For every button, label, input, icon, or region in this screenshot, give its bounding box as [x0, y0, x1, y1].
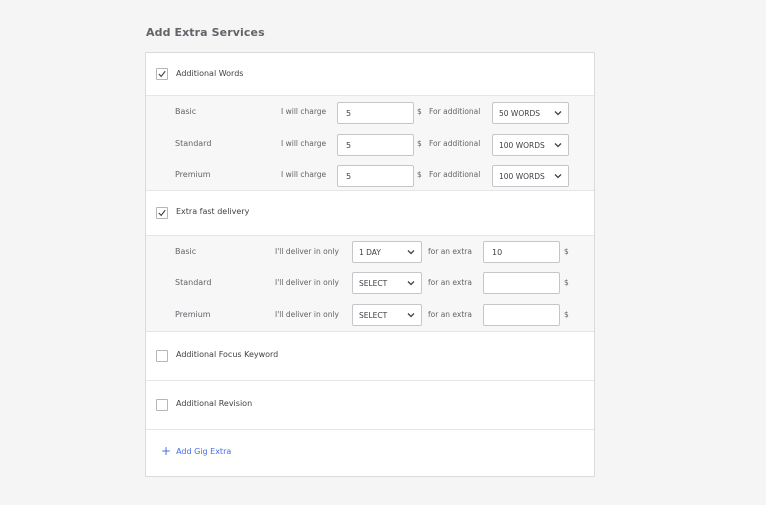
- delivery-price-input-standard[interactable]: [483, 272, 560, 294]
- additional-words-label: Additional Words: [176, 69, 244, 78]
- chevron-down-icon: [554, 111, 562, 116]
- add-gig-extra-link[interactable]: + Add Gig Extra: [161, 444, 232, 458]
- charge-label: I will charge: [281, 139, 327, 148]
- select-value: 100 WORDS: [499, 140, 545, 150]
- extra-label: for an extra: [428, 247, 472, 256]
- deliver-label: I'll deliver in only: [275, 278, 339, 287]
- tier-label: Premium: [175, 170, 211, 179]
- select-value: SELECT: [359, 278, 388, 288]
- select-value: 1 DAY: [359, 247, 381, 257]
- select-value: 50 WORDS: [499, 108, 540, 118]
- revision-checkbox[interactable]: [156, 399, 168, 411]
- for-additional-label: For additional: [429, 139, 481, 148]
- charge-label: I will charge: [281, 170, 327, 179]
- chevron-down-icon: [554, 143, 562, 148]
- additional-words-options: Basic I will charge 5 $ For additional 5…: [146, 95, 594, 191]
- tier-label: Premium: [175, 310, 211, 319]
- currency-label: $: [564, 310, 569, 319]
- revision-label: Additional Revision: [176, 399, 253, 408]
- add-gig-extra-label: Add Gig Extra: [176, 446, 232, 456]
- tier-label: Standard: [175, 278, 212, 287]
- section-title: Add Extra Services: [146, 26, 265, 39]
- currency-label: $: [564, 278, 569, 287]
- for-additional-label: For additional: [429, 170, 481, 179]
- chevron-down-icon: [407, 281, 415, 286]
- additional-words-row: Additional Words: [146, 53, 594, 95]
- additional-words-checkbox[interactable]: [156, 68, 168, 80]
- revision-row: Additional Revision: [146, 381, 594, 429]
- currency-label: $: [417, 107, 422, 116]
- extra-label: for an extra: [428, 310, 472, 319]
- delivery-price-input-basic[interactable]: 10: [483, 241, 560, 263]
- currency-label: $: [564, 247, 569, 256]
- words-select-premium[interactable]: 100 WORDS: [492, 165, 569, 187]
- charge-label: I will charge: [281, 107, 327, 116]
- currency-label: $: [417, 139, 422, 148]
- fast-delivery-row: Extra fast delivery: [146, 191, 594, 235]
- tier-label: Basic: [175, 107, 197, 116]
- currency-label: $: [417, 170, 422, 179]
- check-icon: [158, 70, 166, 78]
- words-price-input-standard[interactable]: 5: [337, 134, 414, 156]
- words-select-standard[interactable]: 100 WORDS: [492, 134, 569, 156]
- fast-delivery-checkbox[interactable]: [156, 207, 168, 219]
- delivery-days-select-premium[interactable]: SELECT: [352, 304, 422, 326]
- chevron-down-icon: [407, 313, 415, 318]
- select-value: SELECT: [359, 310, 388, 320]
- words-price-input-basic[interactable]: 5: [337, 102, 414, 124]
- plus-icon: +: [161, 444, 172, 458]
- for-additional-label: For additional: [429, 107, 481, 116]
- check-icon: [158, 209, 166, 217]
- fast-delivery-label: Extra fast delivery: [176, 207, 250, 216]
- deliver-label: I'll deliver in only: [275, 247, 339, 256]
- fast-delivery-options: Basic I'll deliver in only 1 DAY for an …: [146, 235, 594, 332]
- extra-services-panel: Additional Words Basic I will charge 5 $…: [145, 52, 595, 477]
- words-price-input-premium[interactable]: 5: [337, 165, 414, 187]
- extra-label: for an extra: [428, 278, 472, 287]
- tier-label: Basic: [175, 247, 197, 256]
- words-select-basic[interactable]: 50 WORDS: [492, 102, 569, 124]
- deliver-label: I'll deliver in only: [275, 310, 339, 319]
- chevron-down-icon: [554, 174, 562, 179]
- delivery-days-select-standard[interactable]: SELECT: [352, 272, 422, 294]
- focus-keyword-label: Additional Focus Keyword: [176, 350, 279, 359]
- focus-keyword-row: Additional Focus Keyword: [146, 332, 594, 380]
- focus-keyword-checkbox[interactable]: [156, 350, 168, 362]
- delivery-price-input-premium[interactable]: [483, 304, 560, 326]
- chevron-down-icon: [407, 250, 415, 255]
- divider: [146, 429, 594, 430]
- delivery-days-select-basic[interactable]: 1 DAY: [352, 241, 422, 263]
- tier-label: Standard: [175, 139, 212, 148]
- select-value: 100 WORDS: [499, 171, 545, 181]
